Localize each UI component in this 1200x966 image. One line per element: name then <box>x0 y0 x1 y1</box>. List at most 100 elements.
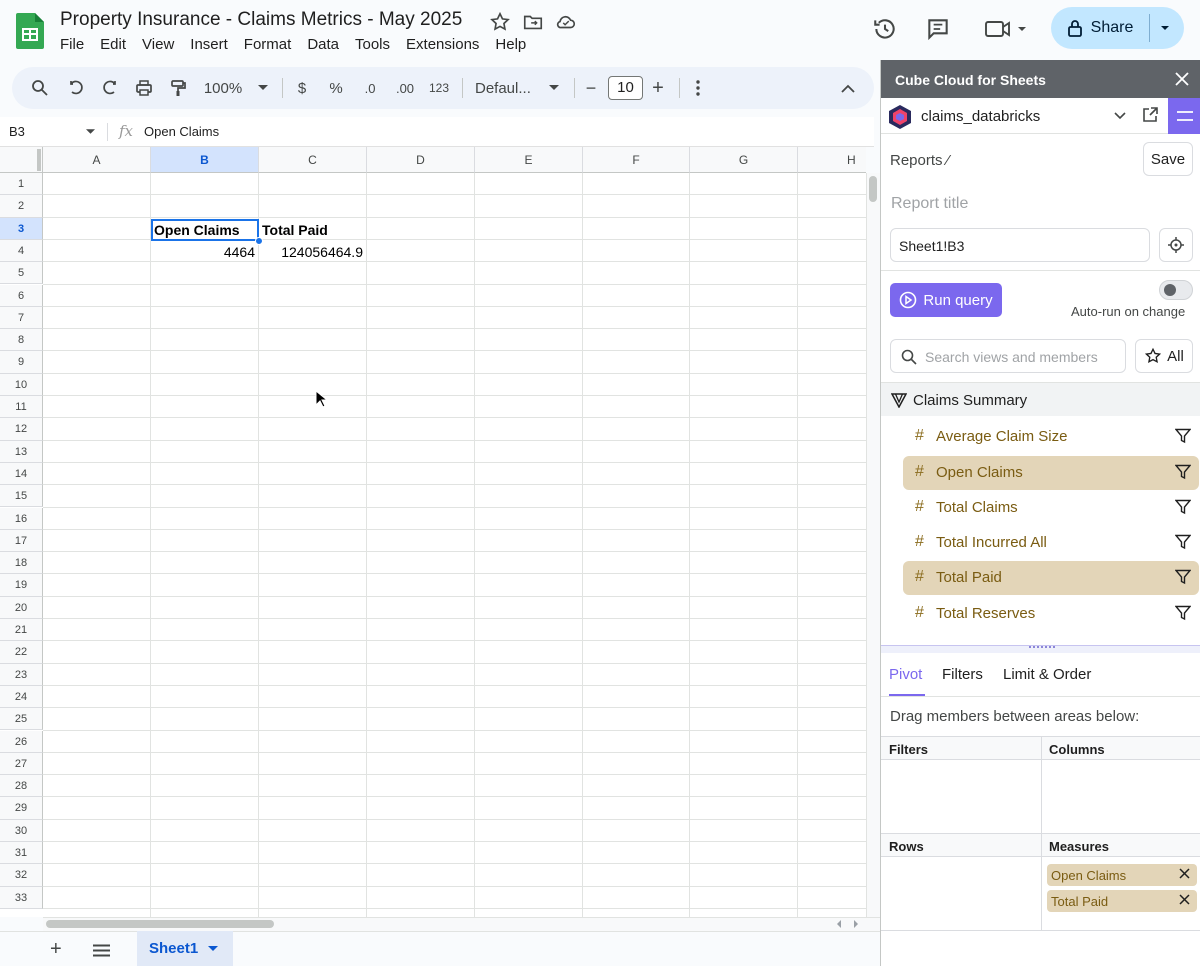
menu-help[interactable]: Help <box>487 36 534 53</box>
redo-icon[interactable] <box>98 67 122 109</box>
menu-edit[interactable]: Edit <box>92 36 134 53</box>
collapse-toolbar-icon[interactable] <box>838 67 858 109</box>
row-header[interactable]: 20 <box>0 596 43 619</box>
all-sheets-icon[interactable] <box>93 944 110 957</box>
tab-filters[interactable]: Filters <box>942 666 983 683</box>
currency-format-button[interactable]: $ <box>292 67 312 109</box>
row-header[interactable]: 21 <box>0 619 43 642</box>
comments-icon[interactable] <box>925 16 951 42</box>
scroll-right-icon[interactable] <box>852 919 860 929</box>
row-header[interactable]: 25 <box>0 708 43 731</box>
meet-video-icon[interactable] <box>983 16 1031 42</box>
row-header[interactable]: 9 <box>0 351 43 374</box>
name-box[interactable]: B3 <box>9 124 25 139</box>
view-claims-summary[interactable]: Claims Summary <box>881 382 1200 416</box>
move-folder-icon[interactable] <box>522 11 544 33</box>
menu-view[interactable]: View <box>134 36 182 53</box>
name-box-dropdown-icon[interactable] <box>86 129 95 135</box>
remove-icon[interactable] <box>1179 868 1190 879</box>
zoom-dropdown-icon[interactable] <box>256 67 270 109</box>
menu-data[interactable]: Data <box>299 36 347 53</box>
member-item[interactable]: # Total Paid <box>903 561 1199 595</box>
filter-icon[interactable] <box>1175 534 1191 550</box>
more-options-icon[interactable] <box>688 67 708 109</box>
row-header[interactable]: 7 <box>0 306 43 330</box>
menu-file[interactable]: File <box>52 36 92 53</box>
connection-selector[interactable]: claims_databricks <box>881 98 1200 134</box>
paint-format-icon[interactable] <box>166 67 190 109</box>
close-icon[interactable] <box>1175 72 1189 86</box>
column-header-b[interactable]: B <box>151 147 259 173</box>
vertical-scroll-thumb[interactable] <box>869 176 877 202</box>
scroll-left-icon[interactable] <box>835 919 843 929</box>
row-header[interactable]: 28 <box>0 775 43 798</box>
column-header-g[interactable]: G <box>690 147 798 173</box>
star-icon[interactable] <box>489 11 511 33</box>
row-header[interactable]: 33 <box>0 886 43 909</box>
font-size-increase-button[interactable]: + <box>649 67 667 109</box>
font-family-select[interactable]: Defaul... <box>475 67 539 109</box>
share-button[interactable]: Share <box>1051 7 1149 49</box>
chevron-down-icon[interactable] <box>1114 112 1126 120</box>
menu-tools[interactable]: Tools <box>347 36 398 53</box>
search-menus-icon[interactable] <box>26 67 54 109</box>
print-icon[interactable] <box>132 67 156 109</box>
measure-chip-open-claims[interactable]: Open Claims <box>1047 864 1197 886</box>
menu-extensions[interactable]: Extensions <box>398 36 487 53</box>
font-size-input[interactable]: 10 <box>608 76 643 100</box>
row-header[interactable]: 10 <box>0 373 43 396</box>
range-input[interactable]: Sheet1!B3 <box>890 228 1150 262</box>
row-header[interactable]: 30 <box>0 819 43 842</box>
column-header-a[interactable]: A <box>43 147 151 173</box>
run-query-button[interactable]: Run query <box>890 283 1002 317</box>
tab-limit-order[interactable]: Limit & Order <box>1003 666 1091 683</box>
fill-handle[interactable] <box>255 237 263 245</box>
row-header[interactable]: 8 <box>0 329 43 352</box>
freeze-handle[interactable] <box>37 149 41 171</box>
select-range-button[interactable] <box>1159 228 1193 262</box>
formula-input[interactable]: Open Claims <box>144 124 219 139</box>
row-header[interactable]: 3 <box>0 217 43 240</box>
row-header[interactable]: 15 <box>0 485 43 508</box>
row-header[interactable]: 2 <box>0 195 43 218</box>
column-header-h[interactable]: H <box>798 147 866 173</box>
save-button[interactable]: Save <box>1143 142 1193 176</box>
row-header[interactable]: 23 <box>0 663 43 686</box>
filter-icon[interactable] <box>1175 464 1191 480</box>
cell-b4[interactable]: 4464 <box>151 244 255 260</box>
row-header[interactable]: 18 <box>0 552 43 575</box>
row-header[interactable]: 16 <box>0 507 43 530</box>
decrease-decimal-button[interactable]: .0 <box>356 67 384 109</box>
cloud-status-icon[interactable] <box>555 11 577 33</box>
column-header-c[interactable]: C <box>259 147 367 173</box>
sheets-logo-icon[interactable] <box>16 13 44 49</box>
column-header-f[interactable]: F <box>583 147 690 173</box>
spreadsheet-grid[interactable]: A B C D E F G H 1 2 3 4 5 6 7 8 9 10 11 12 13 14 15 16 1… <box>0 147 866 917</box>
percent-format-button[interactable]: % <box>326 67 346 109</box>
font-dropdown-icon[interactable] <box>547 67 561 109</box>
zoom-value[interactable]: 100% <box>200 67 246 109</box>
menu-insert[interactable]: Insert <box>182 36 236 53</box>
all-members-button[interactable]: All <box>1135 339 1193 373</box>
member-item[interactable]: # Average Claim Size <box>903 420 1199 454</box>
row-header[interactable]: 6 <box>0 284 43 307</box>
filter-icon[interactable] <box>1175 428 1191 444</box>
row-header[interactable]: 12 <box>0 418 43 441</box>
search-input[interactable]: Search views and members <box>890 339 1126 373</box>
cell-c3[interactable]: Total Paid <box>262 222 328 238</box>
number-format-button[interactable]: 123 <box>426 67 452 109</box>
add-sheet-button[interactable]: + <box>50 938 62 961</box>
report-title-input[interactable]: Report title <box>891 195 968 213</box>
auto-run-toggle[interactable] <box>1159 280 1193 300</box>
row-header[interactable]: 19 <box>0 574 43 597</box>
row-header[interactable]: 1 <box>0 173 43 196</box>
row-header[interactable]: 24 <box>0 685 43 709</box>
row-header[interactable]: 4 <box>0 239 43 263</box>
filter-icon[interactable] <box>1175 605 1191 621</box>
menu-format[interactable]: Format <box>236 36 300 53</box>
filter-icon[interactable] <box>1175 569 1191 585</box>
version-history-icon[interactable] <box>872 16 898 42</box>
row-header[interactable]: 17 <box>0 529 43 553</box>
row-header[interactable]: 27 <box>0 752 43 776</box>
undo-icon[interactable] <box>64 67 88 109</box>
